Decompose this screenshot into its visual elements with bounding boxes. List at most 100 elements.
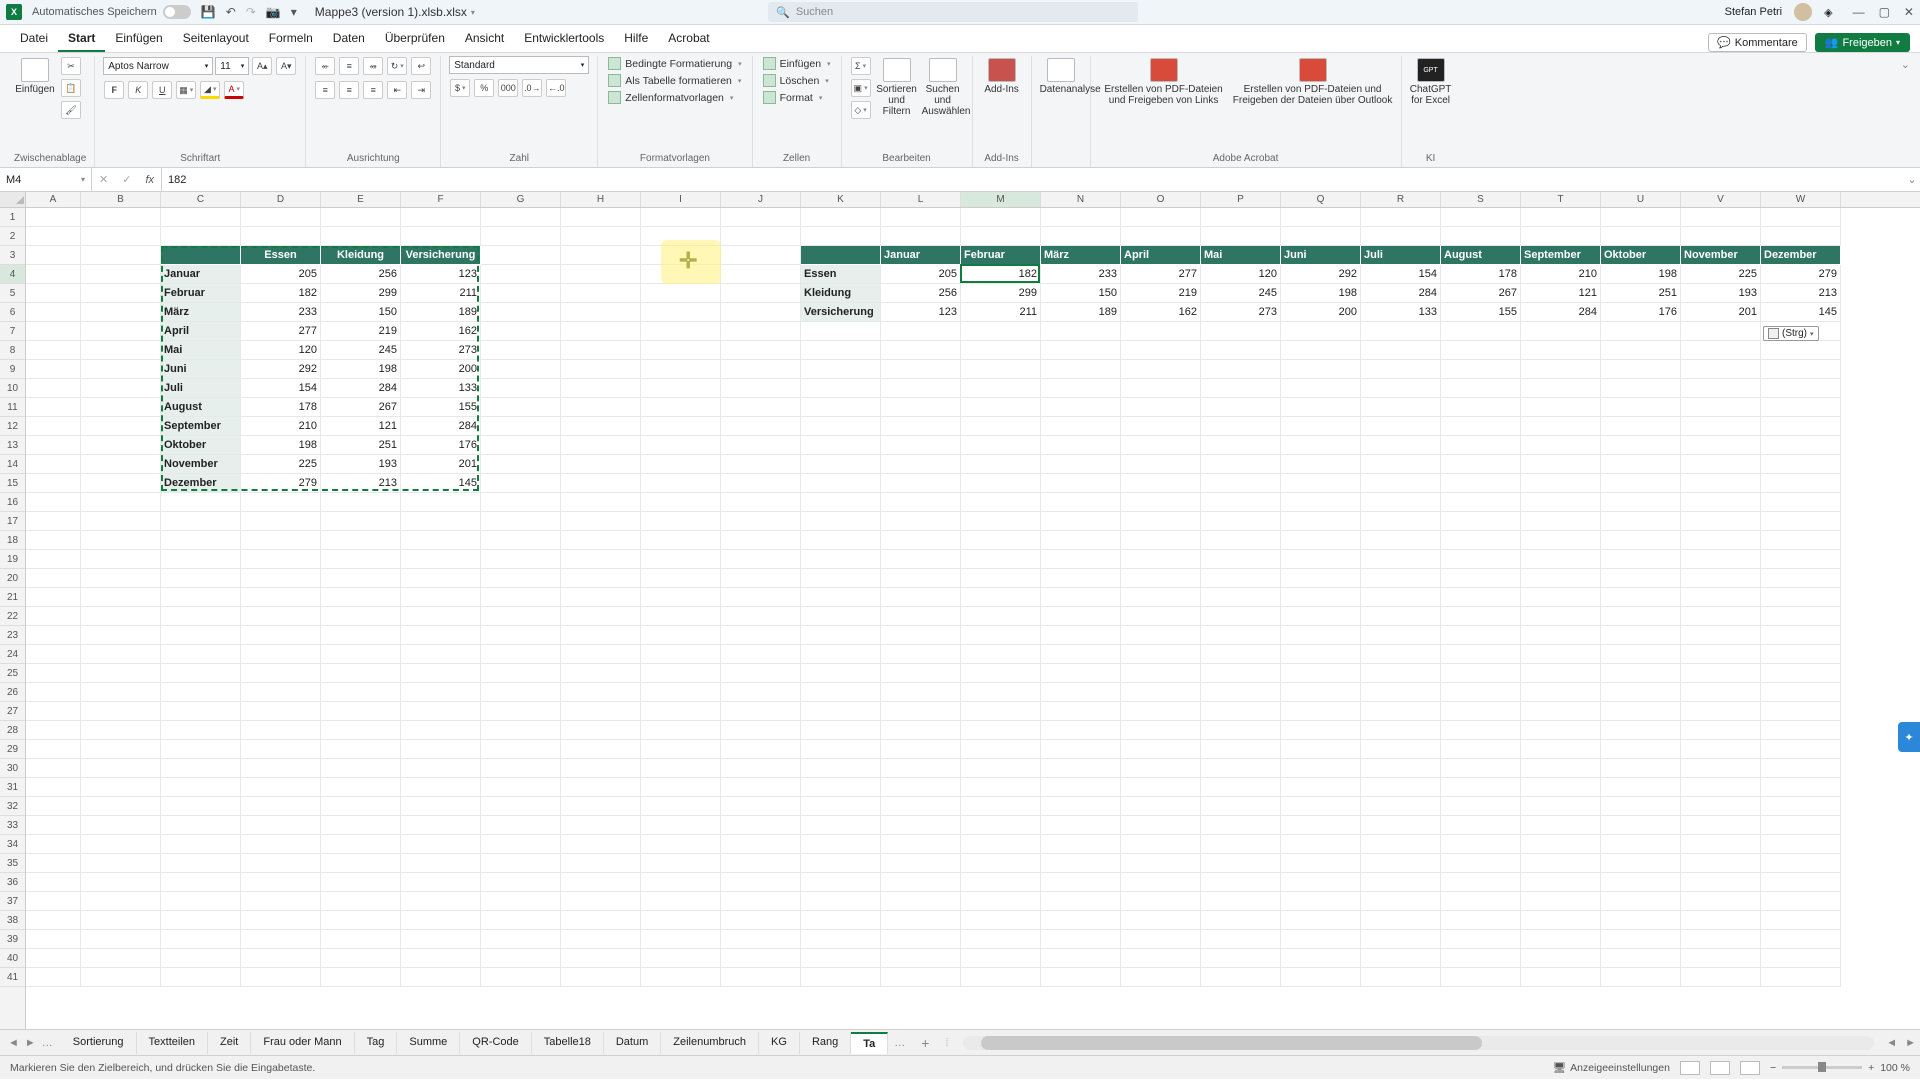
cell[interactable] <box>801 721 881 740</box>
cell[interactable] <box>881 455 961 474</box>
cell[interactable] <box>481 721 561 740</box>
cell[interactable] <box>641 626 721 645</box>
cell[interactable] <box>1361 398 1441 417</box>
cell[interactable]: 155 <box>1441 303 1521 322</box>
cell[interactable] <box>1601 683 1681 702</box>
cell[interactable] <box>721 835 801 854</box>
cancel-icon[interactable]: ✕ <box>99 173 108 186</box>
cell[interactable]: Versicherung <box>801 303 881 322</box>
cell[interactable] <box>1201 360 1281 379</box>
cell[interactable] <box>801 398 881 417</box>
col-header-K[interactable]: K <box>801 192 881 207</box>
cell[interactable] <box>1041 607 1121 626</box>
row-header-1[interactable]: 1 <box>0 208 25 227</box>
cell[interactable] <box>721 550 801 569</box>
zoom-slider[interactable] <box>1782 1066 1862 1069</box>
cell[interactable] <box>561 854 641 873</box>
cell[interactable] <box>641 569 721 588</box>
cell[interactable] <box>81 284 161 303</box>
cell[interactable] <box>401 683 481 702</box>
cell[interactable] <box>801 911 881 930</box>
cell[interactable] <box>1681 740 1761 759</box>
cell[interactable] <box>1601 417 1681 436</box>
cell[interactable] <box>1121 417 1201 436</box>
cell[interactable] <box>721 797 801 816</box>
cell[interactable] <box>561 930 641 949</box>
cell[interactable] <box>1201 911 1281 930</box>
cell[interactable] <box>1361 322 1441 341</box>
cell[interactable] <box>241 208 321 227</box>
cell[interactable] <box>1201 835 1281 854</box>
cell[interactable]: 182 <box>241 284 321 303</box>
cell[interactable]: 251 <box>321 436 401 455</box>
cell[interactable] <box>26 740 81 759</box>
cell[interactable] <box>641 607 721 626</box>
cell[interactable] <box>881 208 961 227</box>
cell[interactable]: 299 <box>321 284 401 303</box>
cell[interactable] <box>1761 816 1841 835</box>
cell[interactable] <box>401 607 481 626</box>
cell[interactable] <box>481 930 561 949</box>
cell[interactable] <box>241 702 321 721</box>
cell[interactable] <box>1121 208 1201 227</box>
cell[interactable] <box>481 284 561 303</box>
cell[interactable] <box>321 493 401 512</box>
cell[interactable] <box>1281 227 1361 246</box>
cell[interactable] <box>801 873 881 892</box>
cell[interactable]: 245 <box>321 341 401 360</box>
cell[interactable] <box>1521 569 1601 588</box>
cell[interactable] <box>81 512 161 531</box>
sheet-tab-qr-code[interactable]: QR-Code <box>460 1032 531 1054</box>
cell[interactable] <box>881 949 961 968</box>
cell[interactable] <box>641 683 721 702</box>
cell[interactable] <box>1441 930 1521 949</box>
cell[interactable] <box>26 474 81 493</box>
cell[interactable] <box>561 360 641 379</box>
cell[interactable] <box>161 797 241 816</box>
cell[interactable] <box>561 797 641 816</box>
cell[interactable] <box>1361 607 1441 626</box>
cell[interactable] <box>1761 493 1841 512</box>
cell[interactable] <box>961 645 1041 664</box>
cell[interactable] <box>1681 968 1761 987</box>
cell[interactable] <box>1761 455 1841 474</box>
wrap-text-icon[interactable]: ↩ <box>411 57 431 75</box>
col-header-T[interactable]: T <box>1521 192 1601 207</box>
col-header-D[interactable]: D <box>241 192 321 207</box>
cell[interactable] <box>26 778 81 797</box>
cell[interactable] <box>1281 379 1361 398</box>
cell[interactable] <box>26 683 81 702</box>
cell[interactable]: 292 <box>241 360 321 379</box>
cell[interactable] <box>481 892 561 911</box>
cell[interactable] <box>721 702 801 721</box>
cell[interactable] <box>241 569 321 588</box>
cell[interactable] <box>241 645 321 664</box>
cell[interactable]: Dezember <box>1761 246 1841 265</box>
ribbon-tab-entwicklertools[interactable]: Entwicklertools <box>514 26 614 52</box>
cell[interactable] <box>81 227 161 246</box>
cell[interactable]: 154 <box>241 379 321 398</box>
cell[interactable] <box>1041 721 1121 740</box>
cell[interactable] <box>1041 740 1121 759</box>
cell[interactable] <box>401 645 481 664</box>
cell[interactable] <box>1361 417 1441 436</box>
cell[interactable] <box>401 493 481 512</box>
cell[interactable] <box>26 322 81 341</box>
cell[interactable] <box>641 778 721 797</box>
cell[interactable] <box>561 835 641 854</box>
cell[interactable] <box>961 968 1041 987</box>
cell[interactable] <box>1761 360 1841 379</box>
row-header-23[interactable]: 23 <box>0 626 25 645</box>
cell[interactable] <box>1281 531 1361 550</box>
cell[interactable] <box>81 873 161 892</box>
cell[interactable]: 251 <box>1601 284 1681 303</box>
cell[interactable] <box>81 246 161 265</box>
cell[interactable] <box>1441 227 1521 246</box>
cell[interactable] <box>1361 360 1441 379</box>
cell[interactable] <box>481 227 561 246</box>
cell[interactable] <box>641 930 721 949</box>
cell[interactable] <box>1121 588 1201 607</box>
col-header-C[interactable]: C <box>161 192 241 207</box>
cell[interactable] <box>1361 341 1441 360</box>
cell[interactable] <box>1521 607 1601 626</box>
